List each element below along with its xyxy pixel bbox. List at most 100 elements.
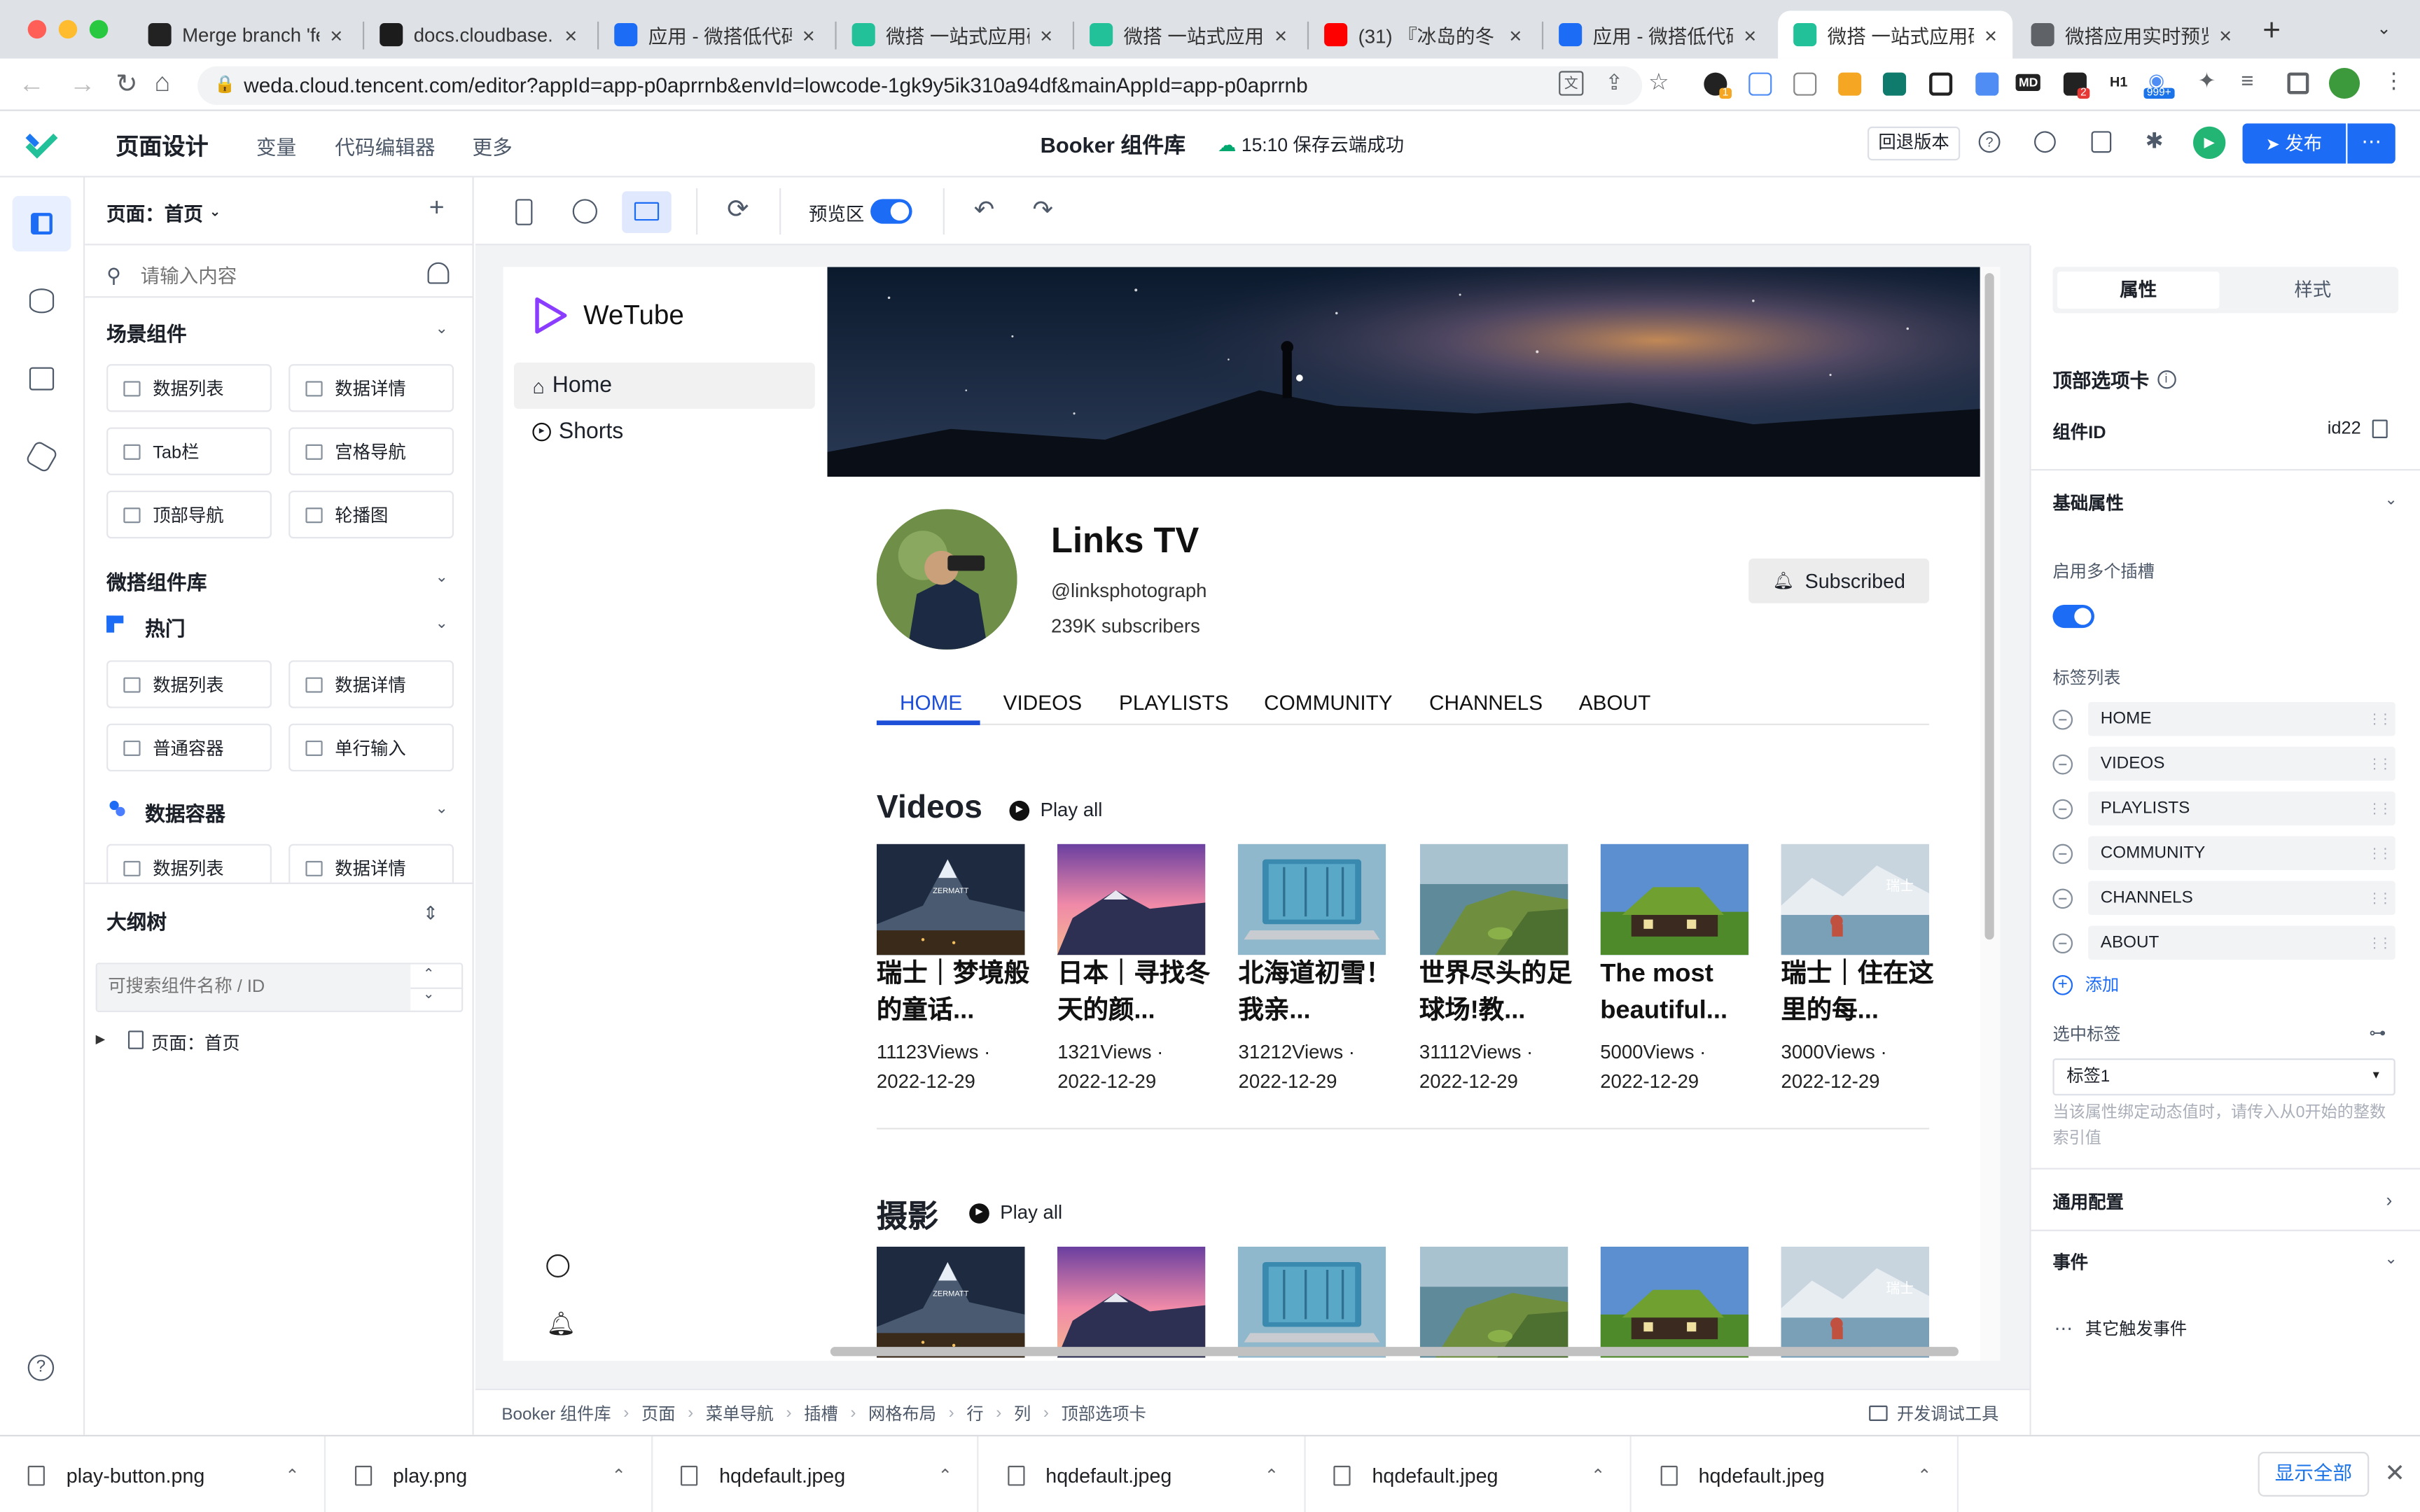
component-item[interactable]: 数据详情 <box>288 660 454 708</box>
close-tab-icon[interactable]: × <box>330 22 342 47</box>
remove-tag-icon[interactable] <box>2052 888 2073 909</box>
coast-field-thumb[interactable] <box>1419 1246 1568 1358</box>
remove-tag-icon[interactable] <box>2052 753 2073 774</box>
info-icon[interactable]: i <box>2157 369 2176 388</box>
laptop-forest-thumb[interactable] <box>1238 844 1387 955</box>
remove-tag-icon[interactable] <box>2052 843 2073 864</box>
user-account-icon[interactable] <box>546 1254 570 1278</box>
breadcrumb-item[interactable]: 插槽 <box>804 1400 837 1424</box>
history-clock-icon[interactable] <box>2034 131 2056 153</box>
video-card[interactable]: 日本｜寻找冬天的颜... 1321Views · 2022-12-29 <box>1057 844 1211 1097</box>
chevron-down-icon[interactable]: ⌄ <box>436 801 448 818</box>
download-item[interactable]: hqdefault.jpeg ⌃ <box>653 1436 979 1512</box>
download-item[interactable]: hqdefault.jpeg ⌃ <box>1306 1436 1632 1512</box>
copy-icon[interactable] <box>2372 419 2388 438</box>
close-tab-icon[interactable]: × <box>1274 22 1287 47</box>
h1-extension-icon[interactable]: H1 <box>2110 74 2127 90</box>
window-close-button[interactable] <box>27 20 47 39</box>
close-downloads-icon[interactable]: ✕ <box>2384 1458 2405 1489</box>
video-card[interactable]: 世界尽头的足球场!教... 31112Views · 2022-12-29 <box>1419 844 1573 1097</box>
video-title[interactable]: 世界尽头的足球场!教... <box>1419 955 1573 1029</box>
browser-tab[interactable]: docs.cloudbase.ne × <box>364 10 592 58</box>
redo-icon[interactable]: ↷ <box>1033 195 1054 225</box>
expand-collapse-icon[interactable]: ⇕ <box>423 902 438 924</box>
matterhorn-thumb[interactable]: ZERMATT <box>876 844 1025 955</box>
component-item[interactable]: 数据详情 <box>288 364 454 412</box>
breadcrumb-item[interactable]: 列 <box>1014 1400 1031 1424</box>
close-tab-icon[interactable]: × <box>2219 22 2232 47</box>
component-item[interactable]: 顶部导航 <box>106 490 272 539</box>
window-minimize-button[interactable] <box>58 20 78 39</box>
subscribed-button[interactable]: 🔔︎ Subscribed <box>1748 558 1930 603</box>
browser-tab[interactable]: (31) 『冰岛的冬 × <box>1309 10 1537 58</box>
download-item[interactable]: play.png ⌃ <box>326 1436 653 1512</box>
stepper-up-icon[interactable]: ⌃ <box>423 966 435 983</box>
channel-tab-videos[interactable]: VIDEOS <box>1003 691 1082 714</box>
video-title[interactable]: 北海道初雪！我亲... <box>1239 955 1393 1029</box>
close-tab-icon[interactable]: × <box>1509 22 1522 47</box>
green-roof-house-thumb[interactable] <box>1600 1246 1748 1358</box>
chevron-down-icon[interactable]: ⌄ <box>2384 492 2397 509</box>
chevron-down-icon[interactable]: ⌄ <box>436 569 448 586</box>
page-selector[interactable]: 页面：首页 ⌄ <box>106 197 221 227</box>
component-item[interactable]: 数据列表 <box>106 660 272 708</box>
component-item[interactable]: 宫格导航 <box>288 427 454 475</box>
image-icon[interactable] <box>29 367 55 391</box>
camera-extension-icon[interactable] <box>1748 72 1772 96</box>
note-extension-icon[interactable] <box>1838 72 1862 96</box>
browser-tab[interactable]: 应用 - 微搭低代码 - × <box>599 10 830 58</box>
video-card[interactable]: ZERMATT 瑞士｜梦境般的童话... 11123Views · 2022-12-2… <box>876 844 1031 1097</box>
component-item[interactable]: 普通容器 <box>106 723 272 772</box>
tree-expand-triangle-icon[interactable]: ▶ <box>96 1032 106 1046</box>
puzzle-extensions-icon[interactable]: ✦ <box>2198 68 2216 94</box>
component-item[interactable]: 数据列表 <box>106 844 272 883</box>
breadcrumb-item[interactable]: 网格布局 <box>868 1400 936 1424</box>
share-icon[interactable]: ⇪ <box>1605 69 1623 95</box>
chevron-down-icon[interactable]: ⌄ <box>436 615 448 632</box>
link-bind-icon[interactable]: ⊶ <box>2369 1023 2386 1043</box>
play-all-button[interactable]: ▶ Play all <box>1009 799 1102 821</box>
chevron-up-icon[interactable]: ⌃ <box>611 1465 625 1485</box>
tag-input[interactable]: COMMUNITY <box>2088 836 2395 871</box>
breadcrumb-item[interactable]: 菜单导航 <box>706 1400 774 1424</box>
desktop-view-button[interactable] <box>622 191 672 233</box>
show-all-downloads-button[interactable]: 显示全部 <box>2258 1452 2370 1497</box>
reading-list-icon[interactable]: ≡ <box>2241 68 2253 92</box>
channel-tab-home[interactable]: HOME <box>900 691 962 714</box>
download-item[interactable]: hqdefault.jpeg ⌃ <box>1632 1436 1958 1512</box>
lake-mountain-thumb[interactable]: 瑞士 <box>1781 844 1930 955</box>
bookmark-star-icon[interactable]: ☆ <box>1648 68 1669 95</box>
pink-sky-mountain-thumb[interactable] <box>1057 844 1206 955</box>
lake-mountain-thumb[interactable]: 瑞士 <box>1781 1246 1930 1358</box>
green-roof-house-thumb[interactable] <box>1600 844 1748 955</box>
url-input[interactable]: 🔒 weda.cloud.tencent.com/editor?appId=ap… <box>197 66 1643 105</box>
chevron-up-icon[interactable]: ⌃ <box>285 1465 299 1485</box>
nav-more[interactable]: 更多 <box>472 131 512 160</box>
sidebar-item-home[interactable]: ⌂ Home <box>513 362 815 410</box>
remove-tag-icon[interactable] <box>2052 932 2073 953</box>
other-events-item[interactable]: ⋯ 其它触发事件 <box>2054 1316 2188 1340</box>
stepper-down-icon[interactable]: ⌄ <box>423 986 435 1002</box>
add-page-icon[interactable]: + <box>429 193 445 224</box>
publish-more-button[interactable]: ⋯ <box>2347 123 2395 164</box>
browser-menu-icon[interactable]: ⋮ <box>2383 68 2405 94</box>
video-title[interactable]: 日本｜寻找冬天的颜... <box>1057 955 1211 1029</box>
video-title[interactable]: The most beautiful... <box>1600 955 1754 1029</box>
browser-tab[interactable]: 微搭应用实时预览 × <box>2016 10 2248 58</box>
component-item[interactable]: 单行输入 <box>288 723 454 772</box>
close-tab-icon[interactable]: × <box>1984 22 1997 47</box>
component-item[interactable]: 数据详情 <box>288 844 454 883</box>
component-item[interactable]: 轮播图 <box>288 490 454 539</box>
forward-arrow-icon[interactable]: → <box>69 69 95 100</box>
preview-scrollbar[interactable] <box>1980 267 2001 1362</box>
notification-bell-icon[interactable]: 🔔︎ <box>546 1310 576 1337</box>
horizontal-scrollbar[interactable] <box>830 1347 1959 1357</box>
pink-sky-mountain-thumb[interactable] <box>1057 1246 1206 1358</box>
browser-tab[interactable]: 微搭 一站式应用研 × <box>1074 10 1302 58</box>
video-card[interactable]: 瑞士 瑞士｜住在这里的每... 3000Views · 2022-12-29 <box>1781 844 1935 1097</box>
devtools-button[interactable]: 开发调试工具 <box>1869 1401 1998 1425</box>
sidebar-item-shorts[interactable]: ▸ Shorts <box>514 409 815 455</box>
home-icon[interactable]: ⌂ <box>154 68 170 99</box>
nav-variables[interactable]: 变量 <box>256 131 296 160</box>
close-tab-icon[interactable]: × <box>564 22 577 47</box>
